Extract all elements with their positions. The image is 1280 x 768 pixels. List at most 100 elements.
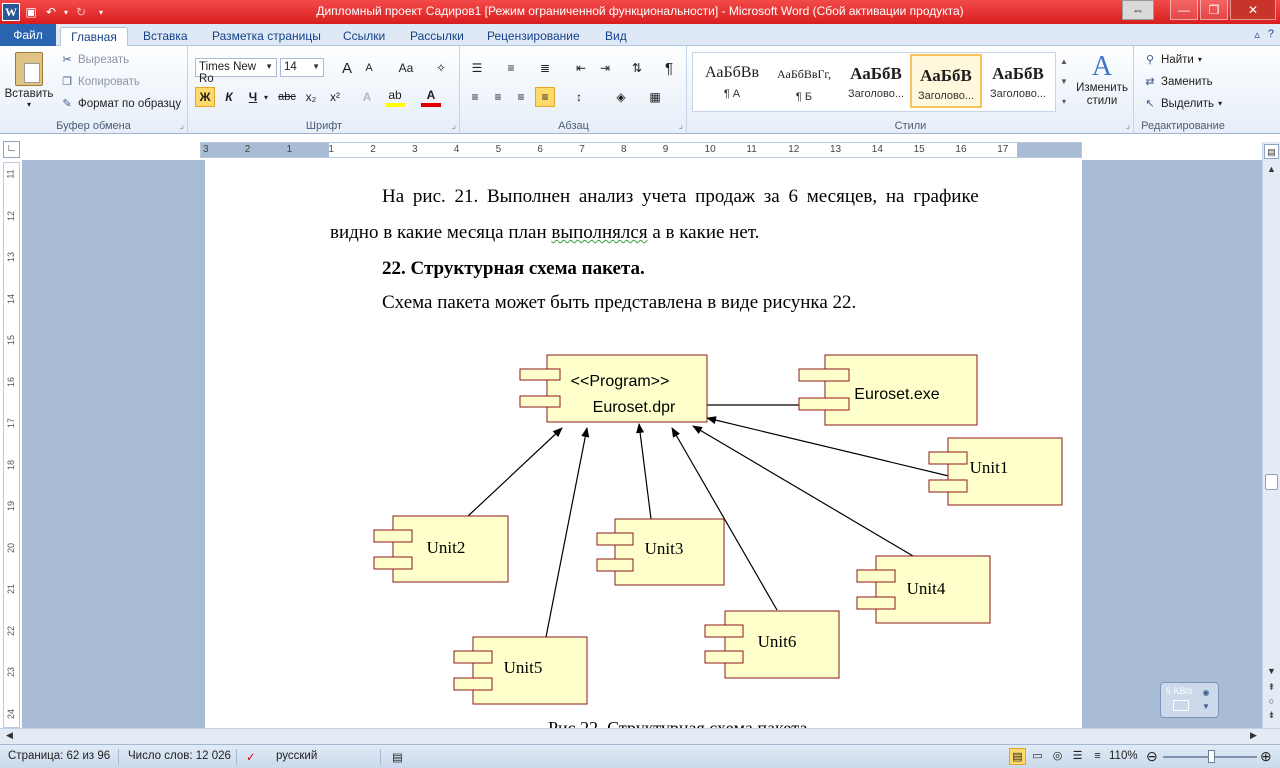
decrease-indent-icon[interactable]: ⇤ (571, 58, 591, 78)
horizontal-scrollbar[interactable]: ◀ ▶ (0, 728, 1280, 744)
increase-indent-icon[interactable]: ⇥ (595, 58, 615, 78)
underline-dropdown-icon[interactable]: ▾ (261, 87, 271, 107)
line-spacing-icon[interactable]: ↕ (569, 87, 589, 107)
clear-format-icon[interactable]: ✧ (431, 58, 451, 78)
maximize-button[interactable]: ❐ (1200, 0, 1228, 20)
text-effects-icon[interactable]: A (357, 87, 377, 107)
italic-button[interactable]: К (219, 87, 239, 107)
print-layout-view-icon[interactable]: ▤ (1009, 748, 1026, 765)
style-item-heading1[interactable]: АаБбВ Заголово... (840, 54, 912, 108)
language-indicator[interactable]: русский (276, 750, 317, 762)
paragraph-launcher-icon[interactable]: ⌟ (679, 120, 683, 131)
close-button[interactable]: ✕ (1230, 0, 1276, 20)
tab-insert[interactable]: Вставка (143, 27, 188, 46)
superscript-button[interactable]: x² (325, 87, 345, 107)
styles-launcher-icon[interactable]: ⌟ (1126, 120, 1130, 131)
highlight-icon[interactable]: ab (385, 87, 405, 107)
format-painter-button[interactable]: ✎ Формат по образцу (60, 97, 181, 111)
bullets-icon[interactable]: ☰ (467, 58, 487, 78)
minimize-ribbon-icon[interactable]: ▵ (1254, 28, 1260, 41)
minimize-button[interactable]: — (1170, 0, 1198, 20)
font-color-icon[interactable]: A (421, 87, 441, 107)
change-styles-button[interactable]: A Изменить стили (1072, 52, 1132, 108)
font-name-select[interactable]: Times New Ro ▼ (195, 58, 277, 85)
style-item-b[interactable]: АаБбВвГг, ¶ Б (768, 54, 840, 108)
web-view-icon[interactable]: ◎ (1049, 748, 1066, 765)
tab-review[interactable]: Рецензирование (487, 27, 580, 46)
style-item-normal[interactable]: АаБбВв ¶ А (696, 54, 768, 108)
tab-selector[interactable]: ∟ (3, 141, 20, 158)
select-button[interactable]: ↖ Выделить ▾ (1143, 97, 1222, 111)
justify-icon[interactable]: ≡ (535, 87, 555, 107)
multilevel-list-icon[interactable]: ≣ (535, 58, 555, 78)
find-button[interactable]: ⚲ Найти ▾ (1143, 53, 1202, 67)
show-marks-button[interactable]: ¶ (659, 58, 679, 78)
document-page[interactable]: На рис. 21. Выполнен анализ учета продаж… (205, 160, 1082, 728)
font-size-select[interactable]: 14 ▼ (280, 58, 324, 77)
tab-references[interactable]: Ссылки (343, 27, 385, 46)
borders-icon[interactable]: ▦ (645, 87, 665, 107)
zoom-in-icon[interactable]: ⊕ (1260, 748, 1272, 765)
scroll-down-icon[interactable]: ▼ (1264, 664, 1279, 679)
shading-icon[interactable]: ◈ (611, 87, 631, 107)
scroll-thumb[interactable] (1265, 474, 1278, 490)
zoom-slider-thumb[interactable] (1208, 750, 1215, 763)
component-unit2[interactable]: Unit2 (373, 515, 509, 583)
reading-view-icon[interactable]: ▭ (1029, 748, 1046, 765)
underline-button[interactable]: Ч (243, 87, 263, 107)
strikethrough-button[interactable]: abc (277, 87, 297, 107)
macro-icon[interactable]: ▤ (392, 750, 403, 764)
component-unit3[interactable]: Unit3 (596, 518, 725, 586)
align-right-icon[interactable]: ≡ (511, 87, 531, 107)
view-ruler-icon[interactable]: ▤ (1264, 144, 1279, 159)
replace-button[interactable]: ⇄ Заменить (1143, 75, 1212, 89)
component-euroset-dpr[interactable]: <<Program>> Euroset.dpr (519, 354, 708, 423)
paste-button[interactable]: Вставить ▾ (4, 52, 54, 109)
network-speed-widget[interactable]: 5 KB/s ◉ ▼ (1160, 682, 1219, 718)
align-left-icon[interactable]: ≡ (465, 87, 485, 107)
scroll-up-icon[interactable]: ▲ (1264, 162, 1279, 177)
clipboard-launcher-icon[interactable]: ⌟ (180, 120, 184, 131)
subscript-button[interactable]: x₂ (301, 87, 321, 107)
font-launcher-icon[interactable]: ⌟ (452, 120, 456, 131)
cut-button[interactable]: ✂ Вырезать (60, 53, 129, 67)
outline-view-icon[interactable]: ☰ (1069, 748, 1086, 765)
align-center-icon[interactable]: ≡ (488, 87, 508, 107)
draft-view-icon[interactable]: ≡ (1089, 748, 1106, 765)
bold-button[interactable]: Ж (195, 87, 215, 107)
help-icon[interactable]: ? (1268, 28, 1274, 41)
grow-font-button[interactable]: A (337, 58, 357, 78)
component-unit1[interactable]: Unit1 (928, 437, 1063, 506)
vertical-ruler[interactable]: 11 12 13 14 15 16 17 18 19 20 21 22 23 24 (3, 162, 20, 728)
tab-mailings[interactable]: Рассылки (410, 27, 464, 46)
vertical-scrollbar[interactable]: ▤ ▲ ▼ ⇞ ○ ⇟ (1262, 142, 1280, 728)
component-unit5[interactable]: Unit5 (453, 636, 588, 705)
page-count[interactable]: Страница: 62 из 96 (8, 750, 110, 762)
style-gallery-scroll[interactable]: ▲ ▼ ▾ (1058, 52, 1070, 112)
zoom-out-icon[interactable]: ⊖ (1146, 748, 1158, 765)
tab-home[interactable]: Главная (60, 27, 128, 47)
component-unit4[interactable]: Unit4 (856, 555, 991, 624)
style-item-heading3[interactable]: АаБбВ Заголово... (982, 54, 1054, 108)
shrink-font-button[interactable]: A (359, 58, 379, 78)
component-unit6[interactable]: Unit6 (704, 610, 840, 679)
tab-file[interactable]: Файл (0, 24, 56, 46)
scroll-left-icon[interactable]: ◀ (6, 730, 13, 741)
numbering-icon[interactable]: ≡ (501, 58, 521, 78)
style-item-heading2[interactable]: АаБбВ Заголово... (910, 54, 982, 108)
sort-icon[interactable]: ⇅ (627, 58, 647, 78)
word-count[interactable]: Число слов: 12 026 (128, 750, 231, 762)
scroll-right-icon[interactable]: ▶ (1250, 730, 1257, 741)
browse-object-icon[interactable]: ○ (1264, 694, 1279, 709)
prev-page-icon[interactable]: ⇞ (1264, 680, 1279, 695)
change-case-button[interactable]: Aa (393, 58, 419, 78)
zoom-level[interactable]: 110% (1109, 750, 1138, 762)
component-euroset-exe[interactable]: Euroset.exe (798, 354, 978, 426)
restore-ribbon-icon[interactable]: ⇔ (1122, 0, 1154, 20)
proofing-icon[interactable]: ✓ (246, 750, 256, 764)
tab-layout[interactable]: Разметка страницы (212, 27, 321, 46)
copy-button[interactable]: ❐ Копировать (60, 75, 140, 89)
tab-view[interactable]: Вид (605, 27, 627, 46)
horizontal-ruler[interactable]: 3 2 1 1 2 3 4 5 6 7 8 9 10 11 12 13 14 15 16 17 (200, 142, 1082, 158)
next-page-icon[interactable]: ⇟ (1264, 708, 1279, 723)
